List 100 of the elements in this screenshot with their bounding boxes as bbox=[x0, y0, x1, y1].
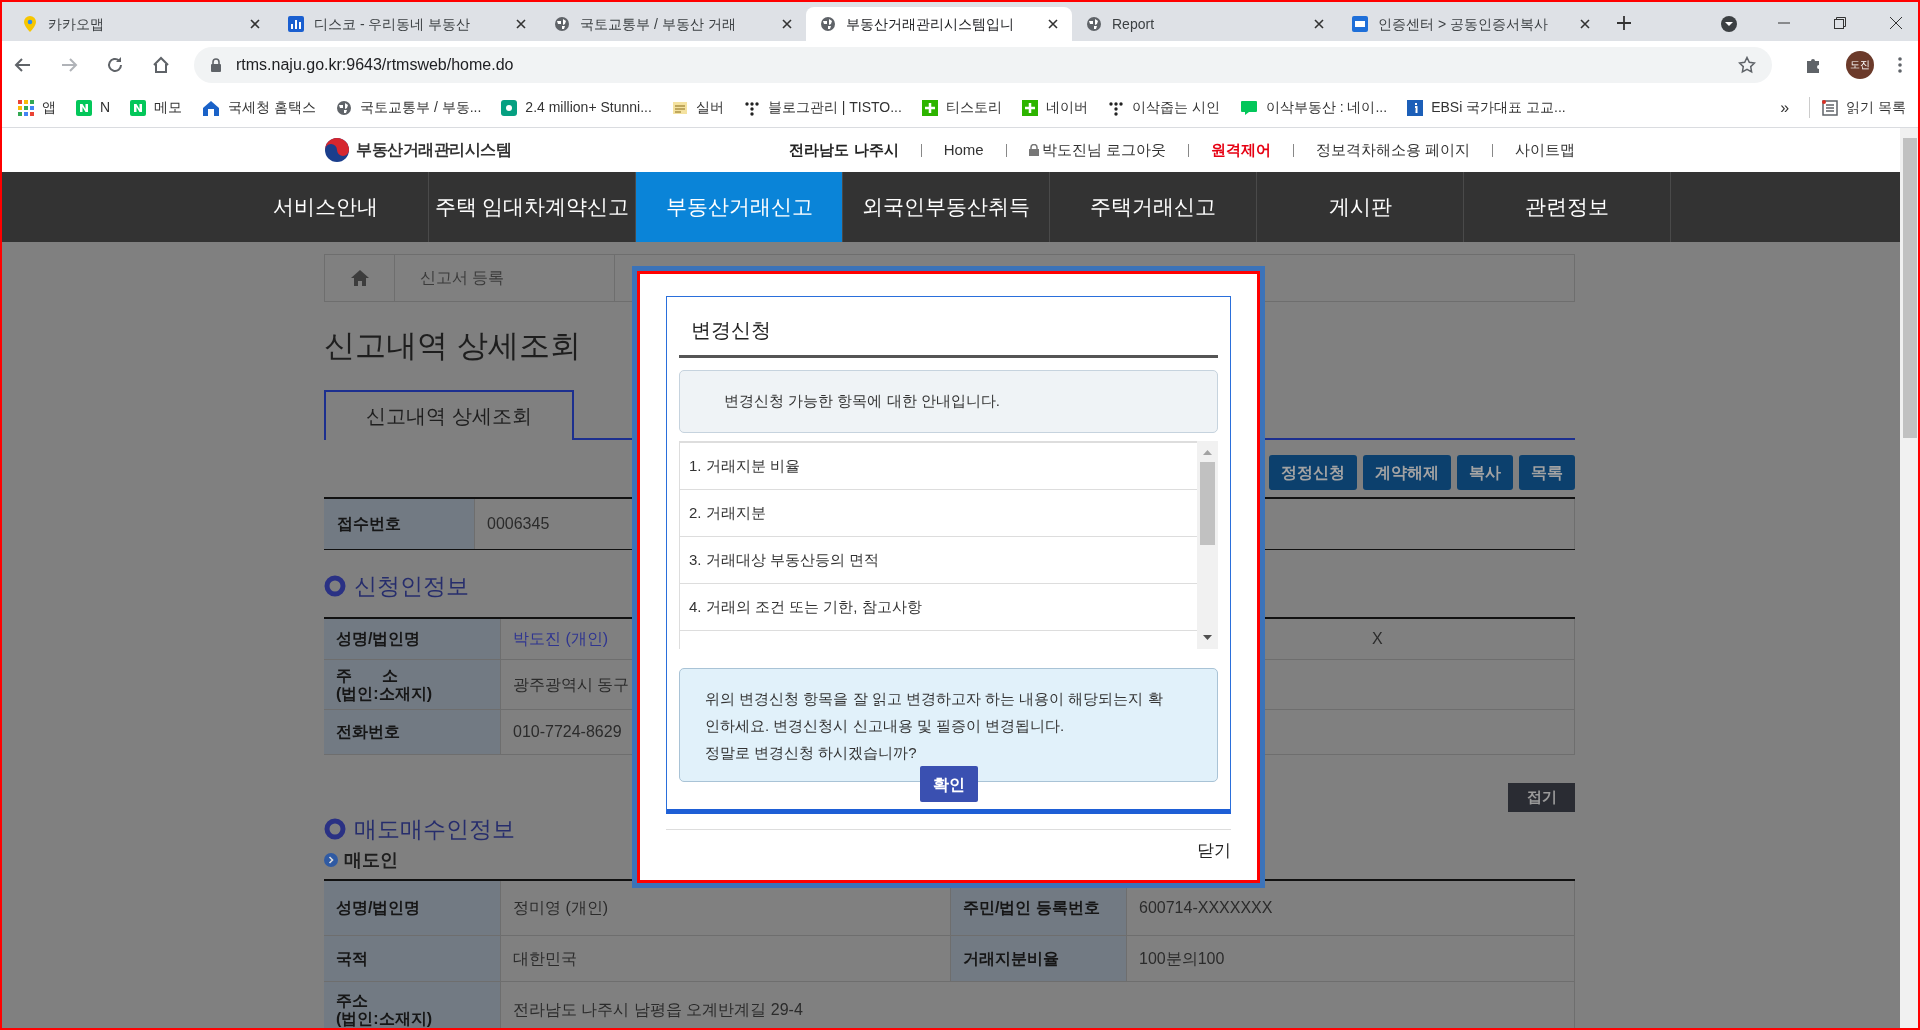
close-icon[interactable] bbox=[250, 19, 260, 29]
browser-tab[interactable]: 국토교통부 / 부동산 거래 bbox=[540, 7, 806, 41]
bookmark[interactable]: 국토교통부 / 부동... bbox=[336, 97, 482, 118]
taegeuk-logo-icon bbox=[324, 137, 350, 163]
list-item[interactable]: 4. 거래의 조건 또는 기한, 참고사항 bbox=[680, 584, 1197, 631]
table-header-cell: 국적 bbox=[324, 936, 500, 981]
bookmark[interactable]: N bbox=[76, 97, 111, 118]
address-bar[interactable]: rtms.naju.go.kr:9643/rtmsweb/home.do bbox=[194, 46, 1772, 83]
close-icon[interactable] bbox=[782, 19, 792, 29]
browser-tab[interactable]: Report bbox=[1072, 7, 1338, 41]
site-logo-text[interactable]: 부동산거래관리시스템 bbox=[356, 138, 511, 162]
nav-menu-item[interactable]: 관련정보 bbox=[1464, 172, 1671, 242]
table-cell: 전라남도 나주시 남평읍 오계반계길 29-4 bbox=[500, 982, 1574, 1030]
close-icon[interactable] bbox=[1580, 19, 1590, 29]
ring-bullet-icon bbox=[324, 818, 346, 841]
table-header-cell: 성명/법인명 bbox=[324, 881, 500, 935]
globe-icon bbox=[820, 16, 836, 32]
action-button[interactable]: 목록 bbox=[1519, 455, 1575, 490]
new-tab-icon[interactable] bbox=[1616, 15, 1632, 31]
bookmark[interactable]: EBSi 국가대표 고교... bbox=[1407, 97, 1566, 118]
close-icon[interactable] bbox=[516, 19, 526, 29]
logout-link[interactable]: 박도진님 로그아웃 bbox=[1028, 138, 1166, 162]
bookmark[interactable]: 실버 bbox=[671, 97, 724, 118]
bookmark[interactable]: 앱 bbox=[18, 97, 56, 118]
profile-avatar[interactable]: 도진 bbox=[1846, 50, 1874, 79]
home-icon[interactable] bbox=[349, 269, 370, 287]
home-icon[interactable] bbox=[152, 55, 170, 74]
top-link[interactable]: 사이트맵 bbox=[1515, 138, 1575, 162]
tab-title: Report bbox=[1112, 14, 1156, 34]
list-item[interactable]: 1. 거래지분 비율 bbox=[680, 443, 1197, 490]
dots-icon bbox=[1107, 99, 1124, 116]
lock-icon bbox=[1028, 144, 1039, 156]
browser-tab[interactable]: 인증센터 > 공동인증서복사 bbox=[1338, 7, 1604, 41]
action-button[interactable]: 정정신청 bbox=[1269, 455, 1357, 490]
map-pin-icon bbox=[22, 15, 38, 33]
section-heading: 신청인정보 bbox=[354, 572, 469, 601]
subsection-heading: 매도인 bbox=[344, 848, 398, 872]
bookmark[interactable]: 블로그관리 | TISTO... bbox=[743, 97, 902, 118]
back-icon[interactable] bbox=[14, 55, 32, 74]
dots-icon bbox=[743, 99, 760, 116]
top-link[interactable]: 원격제어 bbox=[1210, 138, 1271, 162]
info-icon bbox=[1407, 99, 1424, 116]
action-button[interactable]: 복사 bbox=[1457, 455, 1513, 490]
nav-menu-item[interactable]: 게시판 bbox=[1257, 172, 1464, 242]
close-icon[interactable] bbox=[1314, 19, 1324, 29]
tab-title: 디스코 - 우리동네 부동산 bbox=[314, 14, 472, 34]
arrow-bullet-icon bbox=[324, 853, 338, 867]
globe-icon bbox=[1086, 16, 1102, 32]
close-window-icon[interactable] bbox=[1890, 17, 1902, 29]
close-button[interactable]: 닫기 bbox=[1197, 838, 1231, 864]
bar-chart-icon bbox=[288, 16, 304, 32]
bookmark[interactable]: 2.4 million+ Stunni... bbox=[501, 97, 652, 118]
list-icon bbox=[1822, 99, 1839, 116]
table-header-cell: 접수번호 bbox=[324, 499, 474, 549]
top-link[interactable]: Home bbox=[943, 138, 984, 162]
action-button[interactable]: 계약해제 bbox=[1363, 455, 1451, 490]
reading-list-button[interactable]: 읽기 목록 bbox=[1809, 97, 1906, 118]
scrollbar[interactable] bbox=[1900, 128, 1920, 1030]
plus-square-icon bbox=[1021, 99, 1038, 116]
tab-title: 부동산거래관리시스템입니 bbox=[846, 14, 1015, 34]
top-link[interactable]: 전라남도 나주시 bbox=[789, 138, 899, 162]
star-icon[interactable] bbox=[1738, 55, 1756, 74]
more-bookmarks[interactable]: » bbox=[1780, 95, 1790, 120]
top-link[interactable]: 정보격차해소용 페이지 bbox=[1315, 138, 1470, 162]
bookmark[interactable]: 티스토리 bbox=[921, 97, 1002, 118]
reload-icon[interactable] bbox=[106, 55, 124, 74]
bookmark[interactable]: 이삭부동산 : 네이... bbox=[1239, 97, 1388, 118]
tab-search-icon[interactable] bbox=[1720, 15, 1738, 33]
nav-menu-item[interactable]: 외국인부동산취득 bbox=[843, 172, 1050, 242]
table-header-cell: 주소 (법인:소재지) bbox=[324, 982, 500, 1030]
n-square-icon bbox=[76, 99, 92, 116]
globe-icon bbox=[554, 16, 570, 32]
restore-icon[interactable] bbox=[1834, 17, 1846, 29]
notice-text: 정말로 변경신청 하시겠습니까? bbox=[705, 743, 918, 763]
nav-menu-item[interactable]: 주택거래신고 bbox=[1050, 172, 1257, 242]
browser-tab[interactable]: 카카오맵 bbox=[8, 7, 274, 41]
page-title: 신고내역 상세조회 bbox=[324, 327, 581, 365]
browser-tab[interactable]: 디스코 - 우리동네 부동산 bbox=[274, 7, 540, 41]
dialog-title: 변경신청 bbox=[679, 297, 1218, 358]
close-icon[interactable] bbox=[1048, 19, 1058, 29]
bookmark[interactable]: 네이버 bbox=[1021, 97, 1088, 118]
list-item[interactable]: 3. 거래대상 부동산등의 면적 bbox=[680, 537, 1197, 584]
confirm-button[interactable]: 확인 bbox=[920, 766, 978, 802]
collapse-button[interactable]: 접기 bbox=[1508, 783, 1575, 812]
bookmark[interactable]: 국세청 홈택스 bbox=[202, 97, 316, 118]
menu-icon[interactable] bbox=[1898, 56, 1902, 73]
house-icon bbox=[202, 99, 221, 116]
plus-square-icon bbox=[921, 99, 938, 116]
tab-title: 인증센터 > 공동인증서복사 bbox=[1378, 14, 1549, 34]
table-cell-text: 010-7724-8629 bbox=[513, 722, 622, 742]
table-cell-text: X bbox=[1372, 629, 1383, 649]
browser-tab[interactable]: 부동산거래관리시스템입니 bbox=[806, 7, 1072, 41]
list-item[interactable]: 2. 거래지분 bbox=[680, 490, 1197, 537]
tab-title: 카카오맵 bbox=[48, 14, 105, 34]
content-tab[interactable]: 신고내역 상세조회 bbox=[324, 390, 574, 440]
px-square-icon bbox=[501, 99, 518, 116]
nav-menu-item[interactable]: 부동산거래신고 bbox=[636, 172, 843, 242]
bookmark[interactable]: 메모 bbox=[130, 97, 183, 118]
nav-menu-item[interactable]: 서비스안내 bbox=[222, 172, 429, 242]
bookmark[interactable]: 이삭줍는 시인 bbox=[1107, 97, 1220, 118]
